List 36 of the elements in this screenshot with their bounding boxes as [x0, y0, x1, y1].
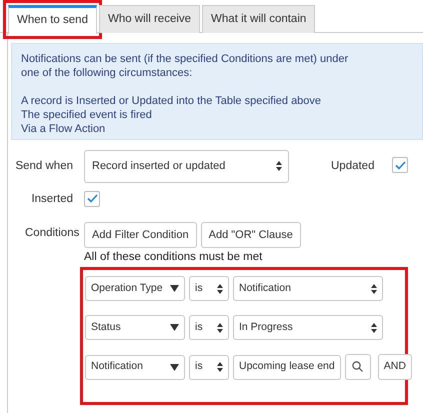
- checkbox[interactable]: [84, 190, 100, 207]
- field-label: Send when: [14, 158, 73, 174]
- condition-button[interactable]: Add Filter Condition: [84, 222, 197, 248]
- conditions-caption: All of these conditions must be met: [84, 251, 262, 263]
- sort-arrows-icon: [371, 322, 377, 332]
- field-select[interactable]: Operation Type: [85, 276, 185, 301]
- value-select[interactable]: Notification: [233, 276, 383, 301]
- condition-button[interactable]: Add "OR" Clause: [200, 222, 301, 248]
- sort-arrows-icon: [217, 362, 223, 372]
- operator-select[interactable]: is: [189, 315, 229, 340]
- search-icon: [352, 360, 364, 372]
- info-panel: Notifications can be sent (if the specified Conditions are met) under one of the following circumstances: A record is Inserted or Updated into the Table specified above The specified event is fired Via a Flow Action: [11, 43, 423, 140]
- value-field[interactable]: Upcoming lease end: [233, 354, 341, 380]
- field-select[interactable]: Notification: [85, 354, 185, 380]
- operator-select[interactable]: is: [189, 276, 229, 301]
- send-when-select[interactable]: Record inserted or updated: [84, 150, 289, 183]
- caret-icon: [170, 324, 179, 331]
- sort-arrows-icon: [217, 322, 223, 332]
- tab[interactable]: What it will contain: [202, 5, 316, 33]
- caret-icon: [170, 364, 179, 370]
- field-label: Updated: [331, 158, 374, 174]
- field-label: Conditions: [24, 226, 80, 241]
- sort-arrows-icon: [217, 284, 223, 294]
- check-icon: [394, 160, 406, 170]
- operator-select[interactable]: is: [189, 354, 229, 380]
- and-button[interactable]: AND: [378, 354, 412, 380]
- search-button[interactable]: [344, 354, 371, 380]
- checkbox[interactable]: [392, 157, 408, 174]
- check-icon: [86, 194, 98, 204]
- value-select[interactable]: In Progress: [233, 315, 383, 340]
- sort-arrows-icon: [276, 161, 282, 172]
- tab[interactable]: Who will receive: [98, 5, 200, 33]
- field-label: Inserted: [30, 192, 73, 208]
- sort-arrows-icon: [371, 284, 377, 294]
- field-select[interactable]: Status: [85, 315, 185, 340]
- caret-icon: [170, 285, 179, 292]
